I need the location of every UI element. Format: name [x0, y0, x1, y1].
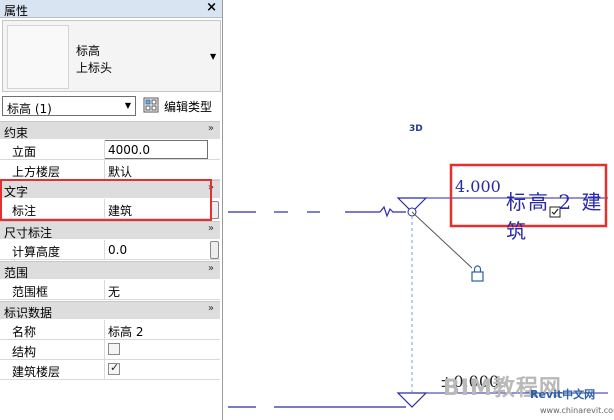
type-family-label: 标高	[76, 44, 101, 58]
elevation-label: 立面	[12, 145, 37, 159]
name-value[interactable]: 标高 2	[108, 323, 143, 340]
chevron-down-icon[interactable]: ▼	[125, 101, 131, 110]
category-identity[interactable]: 标识数据 »	[0, 301, 220, 320]
structural-label: 结构	[12, 345, 37, 359]
instance-filter-dropdown[interactable]: 标高 (1) ▼	[2, 96, 136, 116]
collapse-icon[interactable]: »	[208, 223, 214, 234]
scope-box-value[interactable]: 无	[108, 283, 120, 300]
category-dimensions[interactable]: 尺寸标注 »	[0, 221, 220, 240]
watermark-url: www.chinarevit.com	[540, 406, 614, 415]
building-story-checkbox[interactable]: ✓	[108, 361, 120, 375]
category-label: 尺寸标注	[4, 226, 53, 240]
story-above-label: 上方楼层	[12, 165, 61, 179]
type-preview-image	[7, 25, 69, 89]
row-compute-height: 计算高度 0.0	[0, 240, 220, 260]
properties-panel: 属性 × 标高 上标头 ▼ 标高 (1) ▼ 编辑类型 约束 » 立面 4000…	[0, 0, 223, 420]
row-building-story: 建筑楼层 ✓	[0, 360, 220, 380]
type-name-label: 上标头	[76, 61, 113, 75]
column-divider	[104, 140, 105, 180]
row-story-above: 上方楼层 默认	[0, 160, 220, 180]
category-label: 约束	[4, 126, 29, 140]
edit-type-label: 编辑类型	[164, 100, 213, 114]
lock-icon[interactable]	[471, 265, 484, 282]
level2-elevation-text[interactable]: 4.000	[455, 177, 501, 196]
edit-type-icon	[143, 97, 159, 113]
row-elevation: 立面 4000.0	[0, 140, 220, 160]
column-divider	[104, 240, 105, 260]
close-icon[interactable]: ×	[206, 0, 217, 15]
collapse-icon[interactable]: »	[208, 263, 214, 274]
row-scope-box: 范围框 无	[0, 280, 220, 300]
name-label: 名称	[12, 325, 37, 339]
elevation-value: 4000.0	[108, 143, 150, 157]
edit-type-button[interactable]: 编辑类型	[143, 96, 219, 116]
category-extents[interactable]: 范围 »	[0, 261, 220, 280]
level2-name-text[interactable]: 标高 2 建筑	[506, 186, 614, 244]
highlight-box	[0, 179, 212, 221]
view-label-3d[interactable]: 3D	[409, 124, 423, 134]
building-story-label: 建筑楼层	[12, 365, 61, 379]
check-icon: ✓	[110, 361, 120, 374]
panel-title: 属性	[4, 4, 29, 18]
row-structural: 结构	[0, 340, 220, 360]
collapse-icon[interactable]: »	[208, 303, 214, 314]
structural-checkbox[interactable]	[108, 343, 120, 355]
column-divider	[104, 280, 105, 300]
elevation-input[interactable]: 4000.0	[104, 140, 208, 159]
panel-header: 属性 ×	[0, 0, 222, 18]
category-label: 标识数据	[4, 306, 53, 320]
row-name: 名称 标高 2	[0, 320, 220, 340]
category-label: 范围	[4, 266, 29, 280]
type-selector[interactable]: 标高 上标头 ▼	[2, 20, 221, 92]
chevron-down-icon[interactable]: ▼	[210, 52, 216, 61]
scope-box-label: 范围框	[12, 285, 49, 299]
story-above-value[interactable]: 默认	[108, 163, 132, 180]
compute-height-value[interactable]: 0.0	[108, 243, 127, 257]
collapse-icon[interactable]: »	[208, 123, 214, 134]
row-button[interactable]	[210, 241, 219, 259]
watermark-logo: Revit中文网	[530, 388, 596, 401]
column-divider	[104, 320, 105, 380]
category-constraints[interactable]: 约束 »	[0, 121, 220, 140]
compute-height-label: 计算高度	[12, 245, 61, 259]
instance-filter-label: 标高 (1)	[7, 102, 52, 116]
